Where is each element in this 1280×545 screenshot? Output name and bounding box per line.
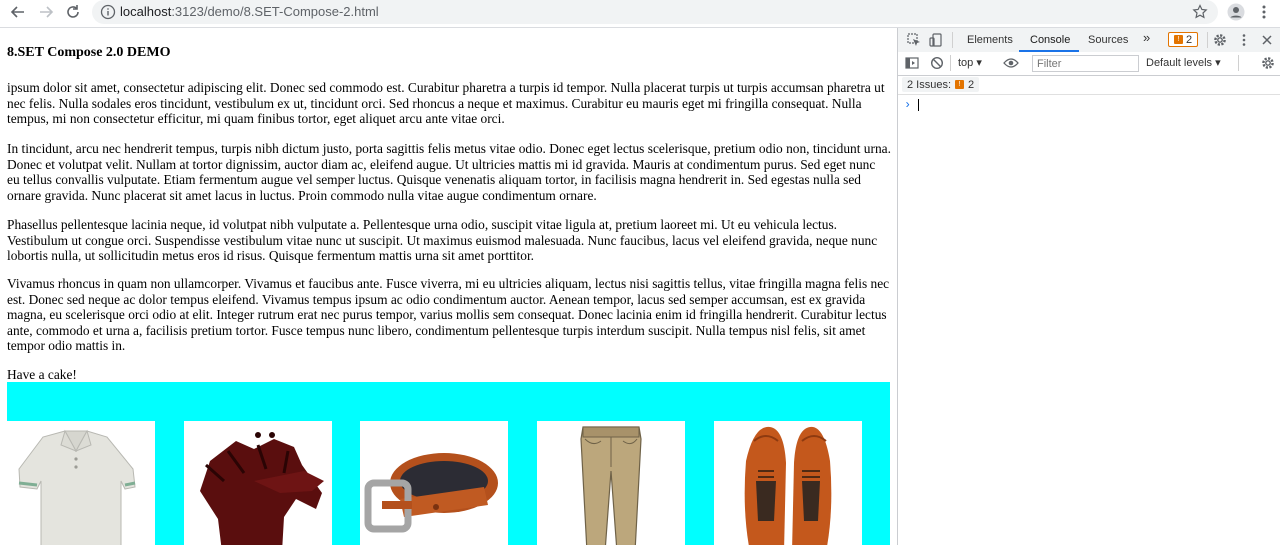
device-mode-icon <box>929 33 942 47</box>
sidebar-toggle-icon <box>905 57 919 69</box>
tab-elements[interactable]: Elements <box>967 33 1013 47</box>
console-toolbar: top ▾ Default levels ▾ <box>898 52 1280 76</box>
log-levels-dropdown[interactable]: Default levels ▾ <box>1146 56 1221 69</box>
product-tile-belt[interactable] <box>360 421 508 545</box>
devtools-panel: Elements Console Sources » ! 2 top ▾ Fil… <box>897 28 1280 545</box>
product-tile-shoes[interactable] <box>714 421 862 545</box>
forward-button[interactable] <box>36 2 56 22</box>
back-arrow-icon <box>10 6 24 18</box>
address-bar[interactable]: localhost:3123/demo/8.SET-Compose-2.html <box>92 0 1218 24</box>
devtools-tab-bar: Elements Console Sources » ! 2 <box>898 28 1280 53</box>
browser-toolbar: localhost:3123/demo/8.SET-Compose-2.html <box>0 0 1280 24</box>
khaki-pants-icon <box>580 426 642 545</box>
profile-button[interactable] <box>1226 2 1246 22</box>
profile-avatar-icon <box>1227 3 1245 21</box>
paragraph-2: In tincidunt, arcu nec hendrerit tempus,… <box>7 141 891 203</box>
console-prompt-icon: › <box>904 98 912 112</box>
forward-arrow-icon <box>40 6 54 18</box>
console-filter-input[interactable] <box>1032 55 1139 72</box>
issues-counter-button[interactable]: ! 2 <box>1168 32 1198 47</box>
warning-icon: ! <box>955 80 965 89</box>
more-tabs-button[interactable]: » <box>1143 31 1150 45</box>
close-devtools-button[interactable] <box>1259 32 1275 48</box>
info-icon[interactable] <box>100 4 116 20</box>
paragraph-1: ipsum dolor sit amet, consectetur adipis… <box>7 80 885 126</box>
gear-icon <box>1262 57 1274 69</box>
cake-heading: Have a cake! <box>7 367 77 382</box>
product-tile-shirt[interactable] <box>7 421 155 545</box>
tab-console[interactable]: Console <box>1030 33 1070 47</box>
reload-button[interactable] <box>63 2 83 22</box>
kebab-menu-icon <box>1242 34 1246 46</box>
inspect-element-button[interactable] <box>906 32 922 48</box>
back-button[interactable] <box>8 2 28 22</box>
issues-link[interactable]: 2 Issues: ! 2 <box>902 77 980 92</box>
browser-menu-button[interactable] <box>1254 2 1274 22</box>
reload-icon <box>67 5 79 18</box>
live-expression-button[interactable] <box>1003 55 1019 71</box>
tab-separator <box>952 32 953 48</box>
device-toolbar-button[interactable] <box>928 32 944 48</box>
settings-button[interactable] <box>1212 32 1228 48</box>
context-selector[interactable]: top ▾ <box>958 56 982 69</box>
eye-icon <box>1003 58 1019 68</box>
product-tile-gloves[interactable] <box>184 421 332 545</box>
console-separator <box>950 55 951 71</box>
issues-bar: 2 Issues: ! 2 <box>898 76 1280 95</box>
paragraph-4: Vivamus rhoncus in quam non ullamcorper.… <box>7 276 890 353</box>
polo-shirt-icon <box>18 429 136 545</box>
leather-belt-icon <box>364 453 498 533</box>
oxford-shoes-icon <box>744 426 832 545</box>
show-sidebar-button[interactable] <box>904 55 920 71</box>
clear-console-icon <box>930 56 944 70</box>
console-separator-2 <box>1238 55 1239 71</box>
tab-separator-2 <box>1207 32 1208 48</box>
leather-gloves-icon <box>200 432 324 545</box>
issues-label: 2 Issues: <box>907 78 952 91</box>
console-input-caret[interactable] <box>918 99 919 111</box>
url-text: localhost:3123/demo/8.SET-Compose-2.html <box>120 4 379 19</box>
console-settings-button[interactable] <box>1260 55 1276 71</box>
product-tile-pants[interactable] <box>537 421 685 545</box>
warning-icon: ! <box>1173 35 1183 44</box>
gear-icon <box>1214 34 1226 46</box>
inspect-cursor-icon <box>907 33 920 46</box>
product-banner <box>7 382 890 545</box>
issues-count: 2 <box>1185 33 1193 46</box>
paragraph-3: Phasellus pellentesque lacinia neque, id… <box>7 217 878 263</box>
page-title: 8.SET Compose 2.0 DEMO <box>7 45 171 60</box>
issues-badge-count: 2 <box>968 78 975 91</box>
close-icon <box>1262 35 1272 45</box>
devtools-menu-button[interactable] <box>1236 32 1252 48</box>
tab-sources[interactable]: Sources <box>1088 33 1128 47</box>
clear-console-button[interactable] <box>929 55 945 71</box>
page-viewport: 8.SET Compose 2.0 DEMO ipsum dolor sit a… <box>0 28 897 545</box>
bookmark-star-icon[interactable] <box>1192 4 1208 20</box>
kebab-menu-icon <box>1262 5 1266 19</box>
